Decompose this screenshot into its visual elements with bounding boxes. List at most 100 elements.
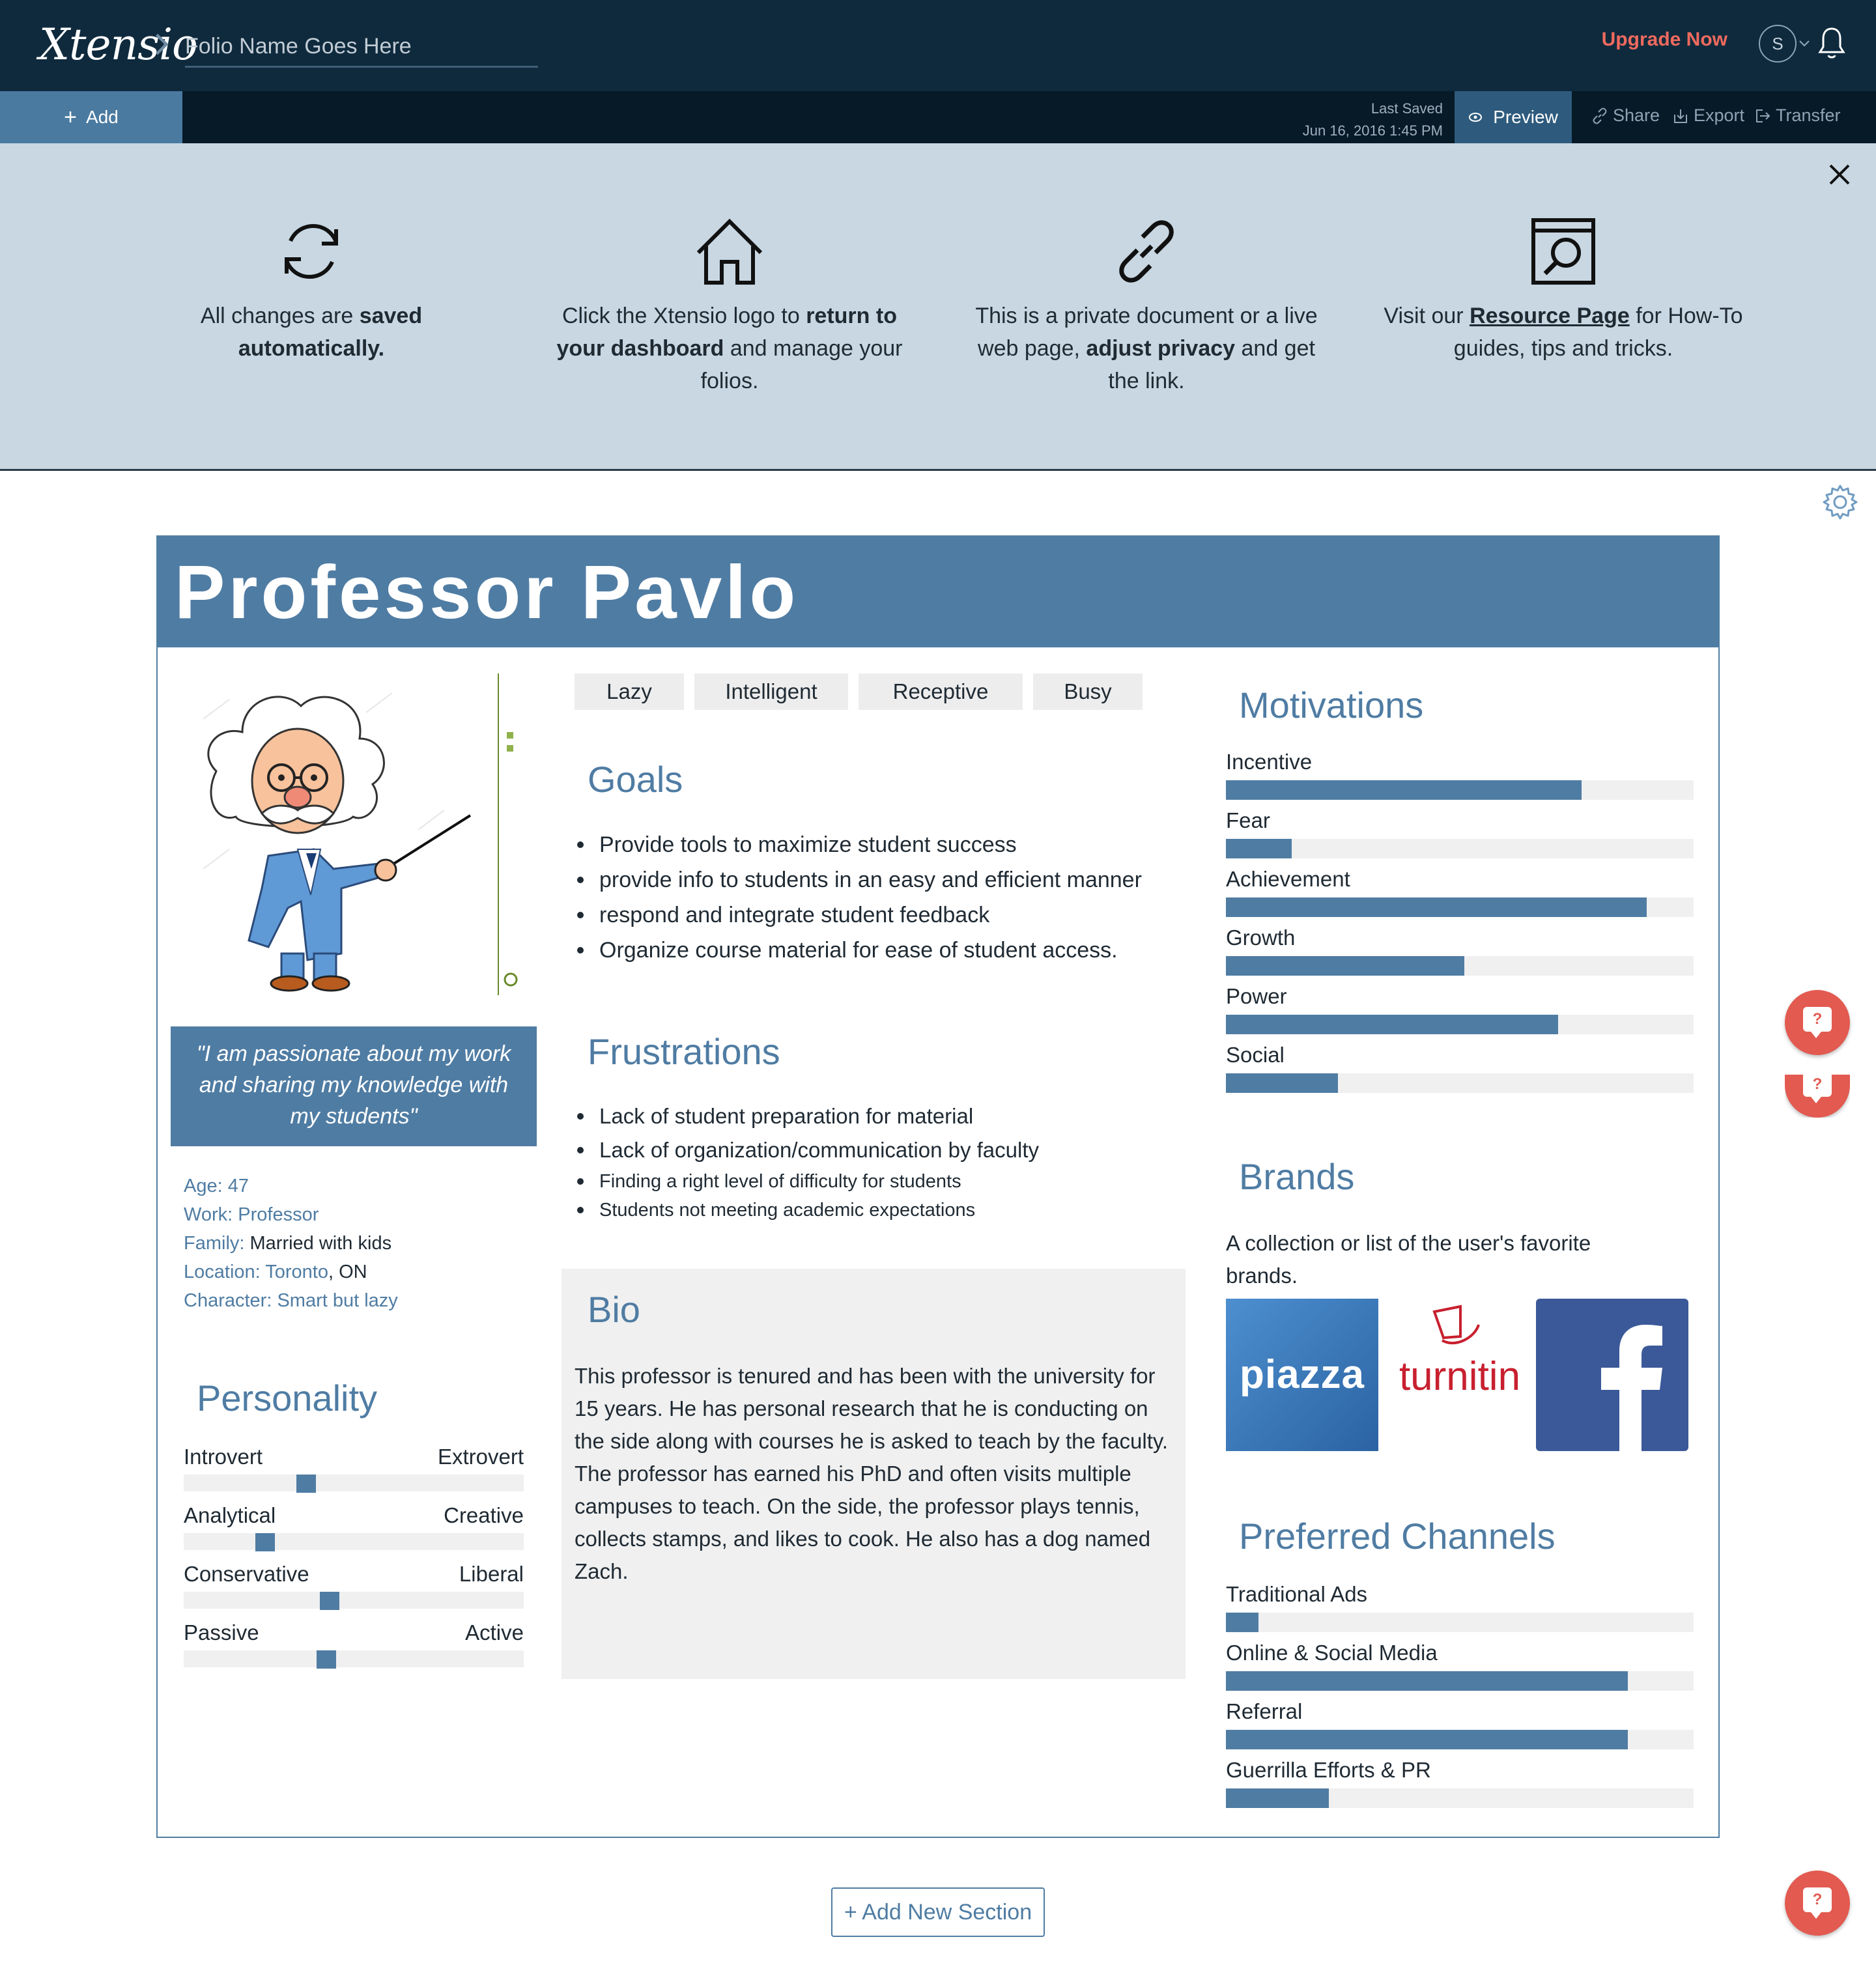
close-icon[interactable]	[1825, 160, 1854, 189]
personality-slider-passive[interactable]: Passive Active	[184, 1620, 524, 1669]
fact-family[interactable]: Family: Married with kids	[184, 1229, 398, 1258]
frustrations-list[interactable]: Lack of student preparation for material…	[576, 1099, 1039, 1224]
personality-slider-conservative[interactable]: Conservative Liberal	[184, 1562, 524, 1610]
add-new-section-button[interactable]: + Add New Section	[831, 1887, 1045, 1937]
fact-character[interactable]: Character: Smart but lazy	[184, 1286, 398, 1315]
motivation-bar-incentive[interactable]: Incentive	[1226, 749, 1694, 800]
tip-autosave: All changes are saved automatically.	[129, 215, 494, 365]
slider-thumb[interactable]	[255, 1533, 276, 1551]
fact-work[interactable]: Work: Professor	[184, 1200, 398, 1229]
tag-receptive[interactable]: Receptive	[859, 673, 1023, 710]
motivations-title[interactable]: Motivations	[1239, 684, 1423, 726]
channel-bar-traditional-ads[interactable]: Traditional Ads	[1226, 1581, 1694, 1632]
upgrade-now-link[interactable]: Upgrade Now	[1602, 29, 1727, 51]
slider-thumb[interactable]	[320, 1592, 340, 1610]
personality-title[interactable]: Personality	[197, 1377, 377, 1419]
personality-slider-analytical[interactable]: Analytical Creative	[184, 1503, 524, 1551]
motivation-bar-achievement[interactable]: Achievement	[1226, 866, 1694, 917]
channel-bar-online-social[interactable]: Online & Social Media	[1226, 1640, 1694, 1691]
top-bar: Xtensio Folio Name Goes Here Upgrade Now…	[0, 0, 1876, 91]
slider-thumb[interactable]	[317, 1650, 337, 1669]
export-button[interactable]: Export	[1671, 106, 1744, 126]
transfer-button[interactable]: Transfer	[1754, 106, 1841, 126]
last-saved-time: Jun 16, 2016 1:45 PM	[1302, 122, 1443, 139]
motivation-bar-fear[interactable]: Fear	[1226, 808, 1694, 858]
resource-page-link[interactable]: Resource Page	[1470, 304, 1630, 328]
tag-busy[interactable]: Busy	[1033, 673, 1143, 710]
add-button[interactable]: + Add	[0, 91, 182, 143]
chevron-right-icon	[156, 33, 169, 55]
fact-age[interactable]: Age: 47	[184, 1172, 398, 1200]
tag-intelligent[interactable]: Intelligent	[694, 673, 848, 710]
bar-fill	[1226, 956, 1465, 976]
chevron-down-icon[interactable]	[1798, 39, 1811, 48]
download-icon	[1674, 109, 1687, 123]
list-item: Finding a right level of difficulty for …	[576, 1167, 1039, 1196]
bar-fill	[1226, 1788, 1329, 1808]
channels-title[interactable]: Preferred Channels	[1239, 1515, 1556, 1557]
user-avatar[interactable]: S	[1759, 25, 1797, 63]
brand-logo-piazza[interactable]: piazza	[1226, 1299, 1378, 1451]
frustrations-title[interactable]: Frustrations	[588, 1030, 780, 1073]
persona-card: Professor Pavlo "I am passionate about m…	[156, 535, 1720, 1838]
persona-quote[interactable]: "I am passionate about my work and shari…	[171, 1026, 537, 1146]
bar-fill	[1226, 897, 1647, 917]
slider-thumb[interactable]	[296, 1475, 316, 1493]
share-label: Share	[1613, 106, 1660, 125]
list-item: Lack of organization/communication by fa…	[576, 1133, 1039, 1167]
fact-location[interactable]: Location: Toronto, ON	[184, 1258, 398, 1286]
transfer-icon	[1756, 109, 1770, 122]
bar-fill	[1226, 1015, 1558, 1034]
refresh-icon	[285, 224, 338, 279]
brand-logo-turnitin[interactable]: turnitin	[1384, 1299, 1536, 1451]
motivation-bar-growth[interactable]: Growth	[1226, 925, 1694, 976]
tip-dashboard-text: Click the Xtensio logo to return to your…	[556, 304, 903, 393]
bell-icon[interactable]	[1816, 25, 1847, 61]
help-bubble-icon: ?	[1803, 1007, 1832, 1038]
tip-dashboard: Click the Xtensio logo to return to your…	[547, 215, 912, 397]
personality-tags: Lazy Intelligent Receptive Busy	[575, 673, 1143, 710]
brand-logo-facebook[interactable]	[1536, 1299, 1688, 1451]
help-chat-button[interactable]: ?	[1785, 990, 1850, 1055]
motivation-bar-power[interactable]: Power	[1226, 983, 1694, 1034]
bio-section[interactable]: Bio This professor is tenured and has be…	[561, 1269, 1186, 1679]
last-saved-label: Last Saved	[1371, 100, 1443, 117]
tip-privacy: This is a private document or a live web…	[964, 215, 1329, 397]
folio-name-input[interactable]: Folio Name Goes Here	[185, 30, 538, 68]
tip-autosave-text: All changes are saved automatically.	[200, 304, 423, 361]
channel-bar-referral[interactable]: Referral	[1226, 1699, 1694, 1749]
brands-title[interactable]: Brands	[1239, 1155, 1354, 1198]
tag-lazy[interactable]: Lazy	[575, 673, 684, 710]
tip-privacy-text: This is a private document or a live web…	[975, 304, 1318, 393]
persona-name[interactable]: Professor Pavlo	[175, 548, 799, 636]
brands-description[interactable]: A collection or list of the user's favor…	[1226, 1227, 1656, 1292]
tip-resources: Visit our Resource Page for How-To guide…	[1381, 215, 1746, 365]
channel-bar-guerrilla[interactable]: Guerrilla Efforts & PR	[1226, 1757, 1694, 1808]
preview-label: Preview	[1493, 107, 1558, 127]
help-bubble-icon: ?	[1803, 1887, 1832, 1919]
last-saved-status: Last Saved Jun 16, 2016 1:45 PM	[1303, 98, 1443, 142]
transfer-label: Transfer	[1776, 106, 1841, 125]
image-watermark	[498, 673, 521, 995]
help-chat-button-bottom[interactable]: ?	[1785, 1871, 1850, 1936]
goals-title[interactable]: Goals	[588, 758, 683, 800]
persona-header: Professor Pavlo	[158, 537, 1718, 647]
bar-fill	[1226, 1671, 1628, 1691]
personality-slider-introvert[interactable]: Introvert Extrovert	[184, 1445, 524, 1493]
gear-icon[interactable]	[1821, 483, 1859, 521]
plus-icon: +	[64, 104, 78, 130]
list-item: Students not meeting academic expectatio…	[576, 1196, 1039, 1224]
eye-icon	[1469, 113, 1483, 122]
persona-photo[interactable]	[171, 673, 509, 993]
list-item: Organize course material for ease of stu…	[576, 933, 1142, 968]
preview-button[interactable]: Preview	[1455, 91, 1572, 143]
help-chat-button-secondary[interactable]: ?	[1785, 1075, 1850, 1118]
motivation-bar-social[interactable]: Social	[1226, 1042, 1694, 1093]
export-label: Export	[1694, 106, 1745, 125]
home-icon	[696, 218, 763, 285]
resource-search-icon	[1531, 218, 1595, 285]
add-label: Add	[86, 107, 119, 127]
goals-list[interactable]: Provide tools to maximize student succes…	[576, 827, 1142, 968]
share-button[interactable]: Share	[1591, 106, 1660, 126]
bar-fill	[1226, 1073, 1339, 1093]
